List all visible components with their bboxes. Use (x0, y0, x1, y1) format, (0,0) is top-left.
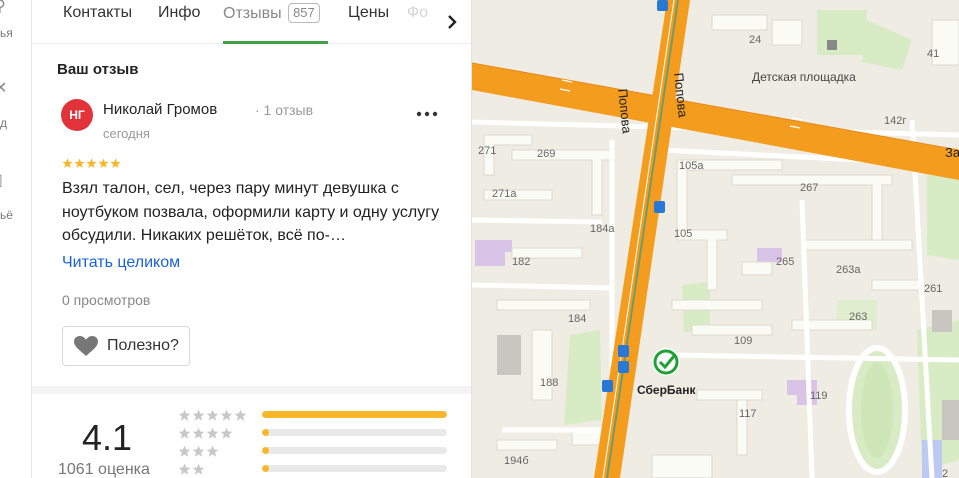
distribution-bar (262, 465, 447, 472)
rating-value: 4.1 (82, 417, 133, 458)
views-count: 0 просмотров (62, 292, 151, 308)
star-outline-icon (206, 445, 219, 457)
building-number: 265 (776, 256, 795, 268)
tab-reviews-label: Отзывы (223, 5, 282, 22)
section-title: Ваш отзыв (57, 61, 139, 78)
poi-label-sberbank[interactable]: СберБанк (637, 383, 695, 397)
useful-button[interactable]: Полезно? (62, 326, 190, 366)
left-sidebar-strip: ⚲ ья ✕ д ▯ ьё (0, 0, 32, 478)
star-outline-icon (192, 445, 205, 457)
my-review-section: Ваш отзыв НГ Николай Громов · 1 отзыв се… (32, 44, 471, 386)
building-number: 109 (734, 335, 753, 347)
avatar[interactable]: НГ (61, 99, 93, 131)
tab-bar: Контакты Инфо Отзывы 857 Цены Фо (32, 0, 471, 44)
business-card-panel: Контакты Инфо Отзывы 857 Цены Фо Ваш отз… (32, 0, 472, 478)
building-number: 119 (810, 390, 828, 402)
building-number: 105а (679, 160, 704, 172)
tab-reviews[interactable]: Отзывы 857 (223, 3, 320, 24)
building-number: 188 (540, 377, 559, 389)
close-icon[interactable]: ✕ (0, 81, 8, 97)
distribution-bar (262, 429, 447, 436)
rating-distribution-row[interactable] (178, 408, 447, 422)
star-outline-icon (220, 427, 233, 439)
more-options-button[interactable] (412, 104, 442, 124)
review-text: Взял талон, сел, через пару минут девушк… (62, 180, 440, 244)
map-view[interactable]: Попова Попова За Детская площадка СберБа… (472, 0, 959, 478)
star-outline-icon (178, 445, 191, 457)
distribution-stars (178, 409, 247, 422)
distribution-bar-fill (262, 429, 270, 436)
sidebar-icon[interactable]: ⚲ (0, 0, 8, 15)
star-outline-icon (178, 409, 191, 421)
distribution-bar (262, 411, 447, 418)
read-full-link[interactable]: Читать целиком (62, 254, 180, 272)
distribution-bar-fill (262, 465, 270, 472)
rating-distribution-row[interactable] (178, 444, 447, 458)
star-outline-icon (178, 463, 191, 475)
sidebar-label: ья (0, 26, 13, 40)
distribution-stars (178, 463, 205, 476)
star-icon (86, 158, 97, 168)
sidebar-label: ьё (0, 208, 13, 222)
star-outline-icon (192, 409, 205, 421)
tabs-next-button[interactable] (432, 0, 471, 43)
star-icon (74, 158, 85, 168)
star-outline-icon (234, 409, 247, 421)
rating-distribution-row[interactable] (178, 462, 447, 476)
building-number: 194б (504, 455, 529, 467)
review-rating-stars (62, 158, 121, 170)
tab-contacts[interactable]: Контакты (63, 4, 132, 22)
chevron-right-icon (448, 14, 457, 29)
star-icon (110, 158, 121, 168)
distribution-bar-fill (262, 411, 447, 418)
star-icon (62, 158, 73, 168)
section-divider (32, 386, 471, 394)
building-number: 117 (739, 408, 757, 420)
distribution-bar (262, 447, 447, 454)
building-number: 24 (749, 34, 762, 46)
poi-label-playground[interactable]: Детская площадка (752, 70, 856, 84)
building-number: 41 (927, 48, 940, 60)
rating-summary: 4.1 1061 оценка (32, 394, 471, 478)
building-number: 271а (492, 188, 517, 200)
building-number: 269 (537, 148, 556, 160)
bookmark-icon[interactable]: ▯ (0, 173, 8, 189)
review-date: сегодня (103, 126, 150, 141)
star-outline-icon (192, 427, 205, 439)
author-name[interactable]: Николай Громов (103, 101, 217, 118)
star-icon (98, 158, 109, 168)
distribution-stars (178, 445, 219, 458)
rating-distribution-row[interactable] (178, 426, 447, 440)
building-number: 263 (849, 311, 868, 323)
building-number: 184а (590, 223, 615, 235)
reviews-count-badge: 857 (288, 3, 320, 23)
building-number: 142г (884, 115, 907, 127)
star-outline-icon (206, 427, 219, 439)
map-canvas (472, 0, 959, 478)
building-number: 271 (478, 145, 497, 157)
heart-icon (74, 336, 98, 356)
sidebar-label: д (0, 116, 8, 130)
rating-count: 1061 оценка (58, 461, 150, 478)
building-number: 105 (674, 228, 693, 240)
author-review-count: · 1 отзыв (255, 102, 314, 118)
star-outline-icon (178, 427, 191, 439)
distribution-bar-fill (262, 447, 270, 454)
street-label: За (945, 145, 959, 160)
tab-info[interactable]: Инфо (158, 4, 200, 22)
star-outline-icon (206, 409, 219, 421)
building-number: 261 (924, 283, 943, 295)
more-dots-icon (416, 111, 438, 117)
building-number: 182 (512, 256, 531, 268)
star-outline-icon (192, 463, 205, 475)
building-number: 267 (800, 182, 819, 194)
building-number: 263а (836, 264, 861, 276)
distribution-stars (178, 427, 233, 440)
building-number: 184 (568, 313, 587, 325)
tab-prices[interactable]: Цены (348, 4, 389, 22)
useful-label: Полезно? (107, 337, 179, 354)
star-outline-icon (220, 409, 233, 421)
building-number: 2 (942, 468, 949, 478)
